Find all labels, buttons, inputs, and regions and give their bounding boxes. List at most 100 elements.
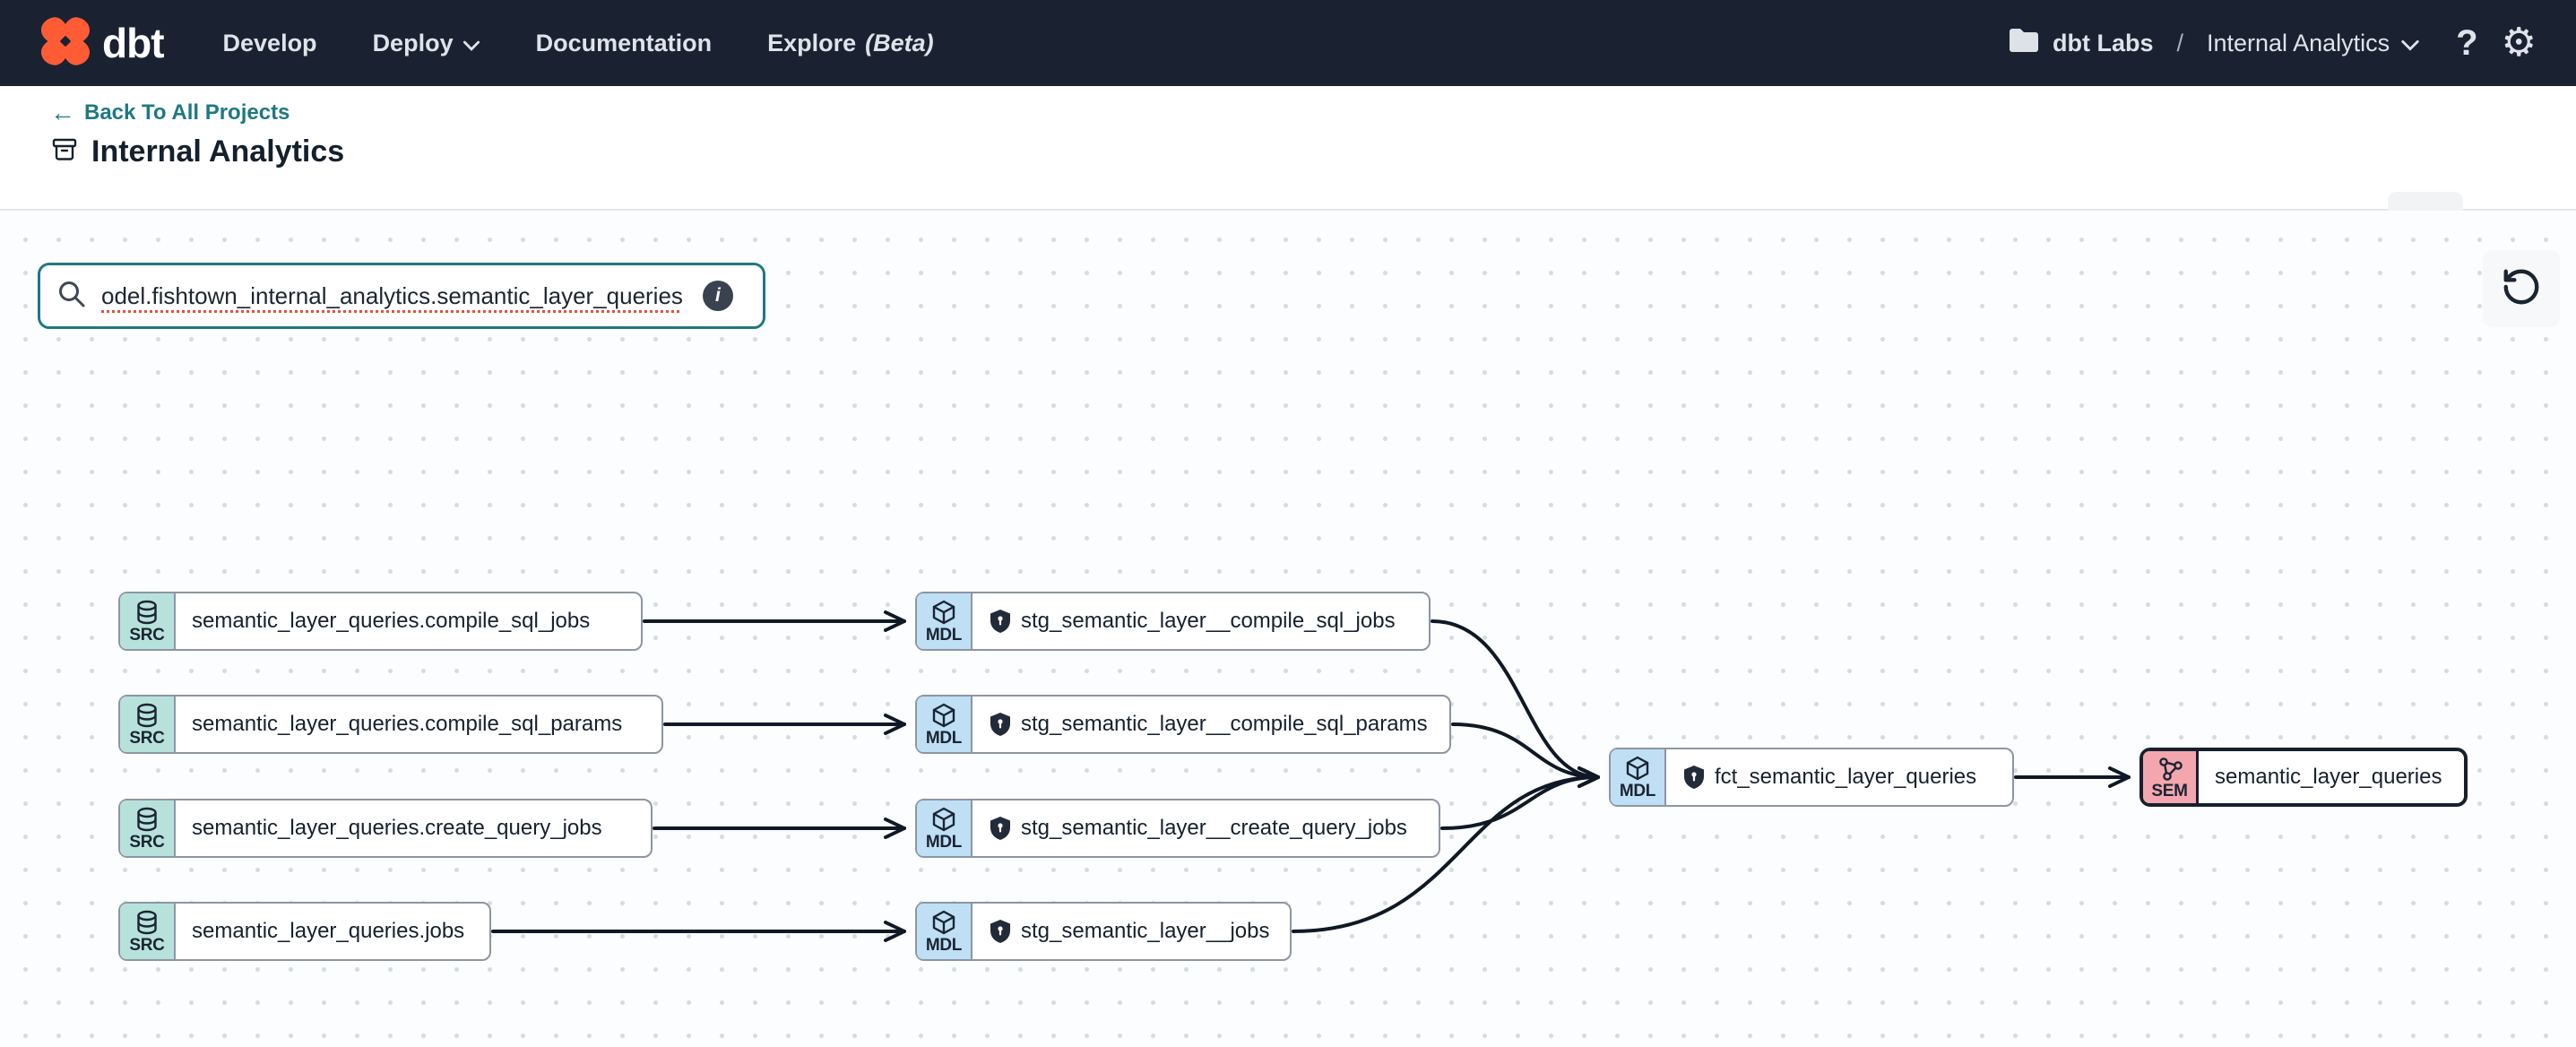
account-switcher[interactable]: dbt Labs <box>2008 27 2154 60</box>
page-header: ← Back To All Projects Internal Analytic… <box>0 86 2576 211</box>
reset-view-button[interactable] <box>2483 250 2560 327</box>
shield-icon <box>989 816 1012 841</box>
node-type-badge: MDL <box>917 593 972 649</box>
nav-item-explore[interactable]: Explore (Beta) <box>767 30 934 57</box>
cube-icon <box>930 909 957 936</box>
edge-stg_create_query_jobs-to-fct_semantic_layer_queries <box>1442 777 1598 828</box>
project-name: Internal Analytics <box>2207 30 2390 57</box>
node-label: semantic_layer_queries.compile_sql_jobs <box>192 609 590 634</box>
database-icon <box>134 702 160 729</box>
node-type-badge: SRC <box>120 593 176 649</box>
node-type-label: MDL <box>926 834 962 851</box>
nav-item-beta-tag: (Beta) <box>865 30 934 57</box>
nav-item-deploy[interactable]: Deploy <box>373 30 480 57</box>
project-switcher[interactable]: Internal Analytics <box>2207 30 2420 57</box>
graph-node-stg_jobs[interactable]: MDL stg_semantic_layer__jobs <box>915 902 1292 961</box>
search-value: odel.fishtown_internal_analytics.semanti… <box>101 282 683 310</box>
shield-icon <box>989 712 1012 737</box>
node-label: stg_semantic_layer__compile_sql_params <box>1021 712 1428 737</box>
nav-item-label: Explore <box>767 30 856 57</box>
dbt-explorer-app: dbt Develop Deploy Documentation Explore… <box>0 0 2576 1047</box>
nav-item-label: Documentation <box>536 30 713 57</box>
nav-item-documentation[interactable]: Documentation <box>536 30 713 57</box>
graph-node-src_jobs[interactable]: SRC semantic_layer_queries.jobs <box>118 902 491 961</box>
graph-node-stg_compile_sql_jobs[interactable]: MDLstg_semantic_layer__compile_sql_jobs <box>915 592 1431 651</box>
node-label: stg_semantic_layer__jobs <box>1021 919 1270 944</box>
node-type-label: SRC <box>129 730 164 747</box>
search-icon <box>56 279 87 314</box>
cube-icon <box>930 702 957 729</box>
node-body: stg_semantic_layer__create_query_jobs <box>972 800 1439 856</box>
dbt-logo-icon <box>39 15 91 72</box>
breadcrumb-separator: / <box>2176 30 2183 57</box>
cube-icon <box>930 599 957 626</box>
shield-icon <box>1682 765 1706 790</box>
node-label: semantic_layer_queries.jobs <box>192 919 464 944</box>
nav-item-label: Deploy <box>373 30 454 57</box>
cube-icon <box>930 806 957 833</box>
node-body: stg_semantic_layer__compile_sql_jobs <box>972 593 1429 649</box>
semantic-graph-icon <box>2157 755 2183 782</box>
edge-stg_compile_sql_params-to-fct_semantic_layer_queries <box>1453 724 1598 777</box>
page-title: Internal Analytics <box>91 134 344 169</box>
node-body: semantic_layer_queries.compile_sql_param… <box>176 697 661 752</box>
node-label: semantic_layer_queries.create_query_jobs <box>192 816 602 841</box>
graph-node-stg_create_query_jobs[interactable]: MDL stg_semantic_layer__create_query_jobs <box>915 799 1440 858</box>
help-icon[interactable]: ? <box>2456 23 2477 64</box>
lineage-canvas[interactable]: SRC semantic_layer_queries.compile_sql_jo… <box>0 211 2576 1047</box>
cube-icon <box>1624 755 1651 782</box>
nav-right: dbt Labs / Internal Analytics ? ⚙ <box>2008 23 2537 64</box>
top-navbar: dbt Develop Deploy Documentation Explore… <box>0 0 2576 86</box>
account-name: dbt Labs <box>2053 30 2154 57</box>
node-body: stg_semantic_layer__compile_sql_params <box>972 697 1449 752</box>
nav-item-label: Develop <box>223 30 317 57</box>
node-type-badge: MDL <box>1611 749 1666 805</box>
database-icon <box>134 909 160 936</box>
chevron-down-icon <box>462 30 480 57</box>
nav-items: Develop Deploy Documentation Explore (Be… <box>223 30 934 57</box>
node-body: semantic_layer_queries.jobs <box>176 904 489 959</box>
chevron-down-icon <box>2400 30 2420 57</box>
node-body: semantic_layer_queries.create_query_jobs <box>176 800 651 856</box>
nav-item-develop[interactable]: Develop <box>223 30 317 57</box>
graph-node-src_create_query_jobs[interactable]: SRC semantic_layer_queries.create_query_j… <box>118 799 653 858</box>
node-label: semantic_layer_queries <box>2215 765 2442 790</box>
node-type-badge: MDL <box>917 904 972 959</box>
title-row: Internal Analytics <box>50 134 2576 169</box>
node-type-label: MDL <box>926 937 962 954</box>
node-body: stg_semantic_layer__jobs <box>972 904 1290 959</box>
graph-node-stg_compile_sql_params[interactable]: MDL stg_semantic_layer__compile_sql_param… <box>915 695 1451 754</box>
node-label: semantic_layer_queries.compile_sql_param… <box>192 712 622 737</box>
database-icon <box>134 599 160 626</box>
database-icon <box>134 806 160 833</box>
folder-icon <box>2008 27 2040 60</box>
info-icon[interactable]: i <box>703 281 733 311</box>
node-type-label: SRC <box>129 627 164 644</box>
node-label: fct_semantic_layer_queries <box>1715 765 1976 790</box>
graph-node-semantic_layer_queries[interactable]: SEM semantic_layer_queries <box>2139 748 2468 807</box>
node-type-label: MDL <box>926 730 962 747</box>
node-type-label: MDL <box>1620 783 1655 800</box>
node-type-badge: MDL <box>917 800 972 856</box>
node-type-label: SRC <box>129 834 164 851</box>
node-type-badge: SRC <box>120 800 176 856</box>
back-link-label: Back To All Projects <box>84 100 290 125</box>
project-box-icon <box>50 135 79 169</box>
dbt-logo[interactable]: dbt <box>39 15 164 72</box>
gear-icon[interactable]: ⚙ <box>2502 23 2537 63</box>
back-to-projects-link[interactable]: ← Back To All Projects <box>50 100 290 125</box>
node-body: semantic_layer_queries <box>2199 751 2464 803</box>
shield-icon <box>989 919 1012 944</box>
back-arrow-icon: ← <box>50 100 75 125</box>
graph-node-src_compile_sql_params[interactable]: SRC semantic_layer_queries.compile_sql_pa… <box>118 695 663 754</box>
node-type-badge: SRC <box>120 904 176 959</box>
node-type-badge: SRC <box>120 697 176 752</box>
node-type-badge: SEM <box>2143 751 2199 803</box>
graph-node-src_compile_sql_jobs[interactable]: SRC semantic_layer_queries.compile_sql_jo… <box>118 592 643 651</box>
edge-stg_compile_sql_jobs-to-fct_semantic_layer_queries <box>1432 621 1598 777</box>
graph-node-fct_semantic_layer_queries[interactable]: MDL fct_semantic_layer_queries <box>1609 748 2014 807</box>
node-label: stg_semantic_layer__create_query_jobs <box>1021 816 1407 841</box>
shield-icon <box>989 609 1012 634</box>
search-input[interactable]: odel.fishtown_internal_analytics.semanti… <box>38 263 765 329</box>
node-type-label: SEM <box>2151 783 2187 800</box>
